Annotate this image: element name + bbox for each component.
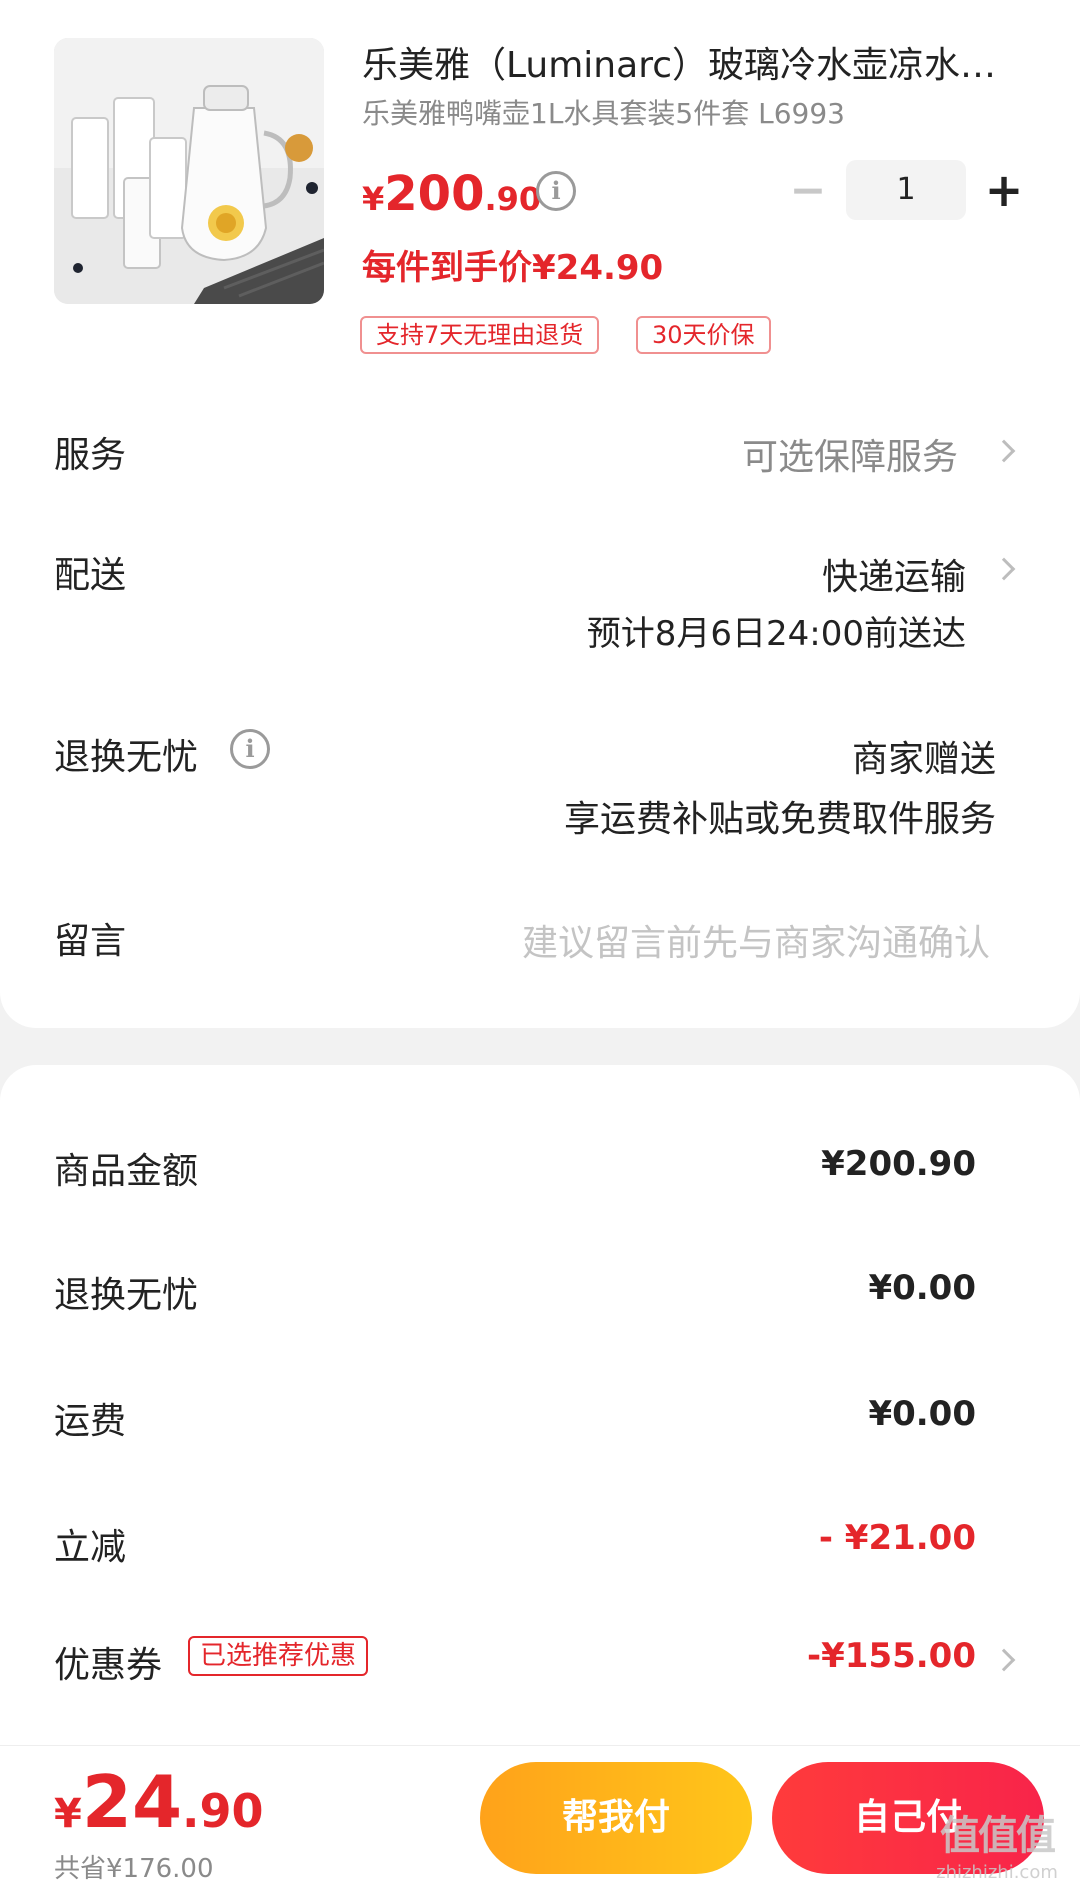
service-label: 服务 <box>54 435 127 476</box>
message-label: 留言 <box>54 921 127 962</box>
quantity-increase-button[interactable]: + <box>982 167 1026 213</box>
goods-amount-value: ¥200.90 <box>821 1144 976 1184</box>
price-integer: 200 <box>384 166 485 222</box>
total-integer: 24 <box>81 1760 183 1844</box>
unit-final-price: 每件到手价¥24.90 <box>362 248 664 288</box>
return-policy-tag: 支持7天无理由退货 <box>360 316 600 354</box>
order-item-card: 乐美雅（Luminarc）玻璃冷水壶凉水壶玻璃杯套装 乐美雅鸭嘴壶1L水具套装5… <box>0 0 1080 1028</box>
product-image[interactable] <box>54 38 324 304</box>
delivery-eta: 预计8月6日24:00前送达 <box>586 614 966 654</box>
info-icon[interactable]: i <box>536 171 576 211</box>
total-price: ¥24.90 <box>54 1760 264 1844</box>
help-me-pay-button[interactable]: 帮我付 <box>480 1762 752 1874</box>
shipping-value: ¥0.00 <box>868 1394 976 1434</box>
delivery-label: 配送 <box>54 555 127 596</box>
total-currency: ¥ <box>54 1791 82 1837</box>
returns-value: 商家赠送 <box>851 739 996 780</box>
coupon-label: 优惠券 <box>54 1645 163 1686</box>
quantity-decrease-button[interactable]: − <box>786 169 830 213</box>
returns-fee-value: ¥0.00 <box>868 1268 976 1308</box>
instant-discount-label: 立减 <box>54 1527 127 1568</box>
product-price: ¥200.90 <box>362 166 541 222</box>
price-decimal: .90 <box>484 180 542 218</box>
returns-fee-label: 退换无忧 <box>54 1275 199 1316</box>
checkout-bar: ¥24.90 共省¥176.00 帮我付 自己付 <box>0 1745 1080 1893</box>
service-value[interactable]: 可选保障服务 <box>742 428 958 480</box>
glass-pitcher-image <box>54 38 324 304</box>
price-protection-tag: 30天价保 <box>636 316 771 354</box>
chevron-right-icon[interactable] <box>992 557 1016 581</box>
goods-amount-label: 商品金额 <box>54 1151 199 1192</box>
instant-discount-value: - ¥21.00 <box>818 1518 976 1558</box>
watermark-logo: 值值值 <box>940 1813 1056 1859</box>
message-input[interactable]: 建议留言前先与商家沟通确认 <box>522 914 990 966</box>
watermark: 值值值 zhizhizhi.com <box>920 1810 1074 1890</box>
total-decimal: .90 <box>182 1784 264 1838</box>
watermark-site: zhizhizhi.com <box>936 1862 1058 1883</box>
total-saved: 共省¥176.00 <box>54 1854 214 1884</box>
returns-label: 退换无忧 <box>54 737 199 778</box>
product-sku[interactable]: 乐美雅鸭嘴壶1L水具套装5件套 L6993 <box>362 92 845 132</box>
delivery-method[interactable]: 快递运输 <box>822 548 966 600</box>
price-currency: ¥ <box>362 180 385 218</box>
shipping-label: 运费 <box>54 1401 127 1442</box>
chevron-right-icon[interactable] <box>992 439 1016 463</box>
returns-description: 享运费补贴或免费取件服务 <box>563 799 996 840</box>
coupon-selected-badge[interactable]: 已选推荐优惠 <box>188 1636 369 1676</box>
product-title: 乐美雅（Luminarc）玻璃冷水壶凉水壶玻璃杯套装 <box>362 45 1022 86</box>
info-icon[interactable]: i <box>230 729 270 769</box>
coupon-value[interactable]: -¥155.00 <box>807 1636 976 1676</box>
quantity-input[interactable]: 1 <box>846 160 966 220</box>
